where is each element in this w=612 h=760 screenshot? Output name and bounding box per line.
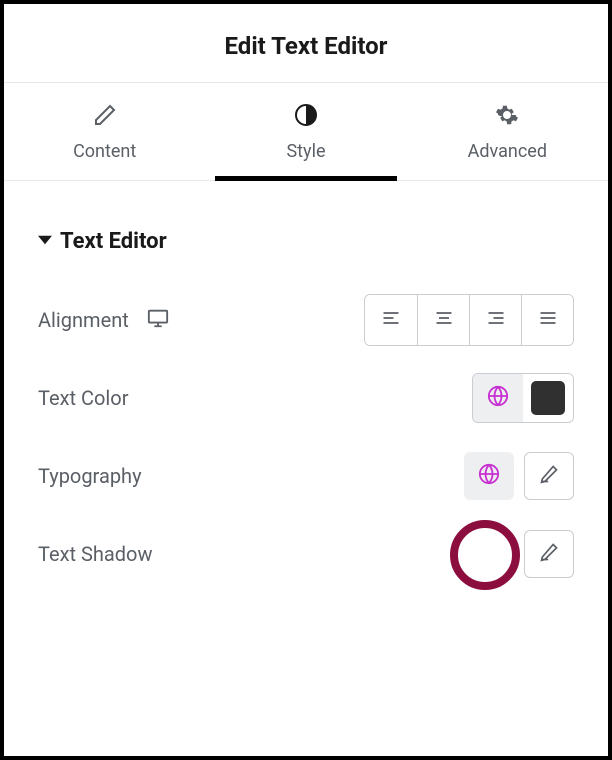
tabs-bar: Content Style Advanced: [4, 82, 608, 181]
align-justify-button[interactable]: [521, 295, 573, 345]
align-center-button[interactable]: [417, 295, 469, 345]
section-header[interactable]: Text Editor: [38, 229, 574, 254]
align-justify-icon: [538, 308, 558, 332]
typography-label: Typography: [38, 464, 142, 488]
desktop-icon[interactable]: [147, 307, 169, 333]
panel-body: Text Editor Alignment: [4, 181, 608, 580]
panel-header: Edit Text Editor: [4, 4, 608, 82]
text-shadow-controls: [524, 530, 574, 578]
alignment-label: Alignment: [38, 308, 129, 332]
align-left-icon: [381, 308, 401, 332]
row-left: Typography: [38, 464, 142, 488]
typography-edit-button[interactable]: [524, 452, 574, 500]
gear-icon: [495, 103, 519, 131]
tab-label: Content: [73, 141, 136, 162]
align-right-icon: [486, 308, 506, 332]
row-left: Text Color: [38, 386, 128, 410]
tab-style[interactable]: Style: [205, 83, 406, 180]
text-color-label: Text Color: [38, 386, 128, 410]
alignment-buttons: [364, 294, 574, 346]
text-shadow-edit-button[interactable]: [524, 530, 574, 578]
edit-pencil-icon: [539, 464, 559, 488]
row-text-shadow: Text Shadow: [38, 528, 574, 580]
tab-content[interactable]: Content: [4, 83, 205, 180]
global-color-button[interactable]: [473, 374, 523, 422]
align-right-button[interactable]: [469, 295, 521, 345]
globe-icon: [487, 385, 509, 411]
typography-controls: [464, 452, 574, 500]
editor-panel: Edit Text Editor Content Style Advanced: [0, 0, 612, 760]
text-color-control: [472, 373, 574, 423]
row-text-color: Text Color: [38, 372, 574, 424]
global-typography-button[interactable]: [464, 452, 514, 500]
row-left: Alignment: [38, 307, 169, 333]
row-typography: Typography: [38, 450, 574, 502]
align-center-icon: [434, 308, 454, 332]
color-swatch: [531, 381, 565, 415]
tab-label: Advanced: [468, 141, 547, 162]
panel-title: Edit Text Editor: [225, 32, 388, 60]
text-shadow-label: Text Shadow: [38, 542, 152, 566]
row-left: Text Shadow: [38, 542, 152, 566]
align-left-button[interactable]: [365, 295, 417, 345]
tab-advanced[interactable]: Advanced: [407, 83, 608, 180]
row-alignment: Alignment: [38, 294, 574, 346]
color-picker-button[interactable]: [523, 374, 573, 422]
edit-pencil-icon: [539, 542, 559, 566]
globe-icon: [478, 463, 500, 489]
section-title: Text Editor: [60, 229, 167, 254]
tab-label: Style: [286, 141, 325, 162]
contrast-icon: [294, 103, 318, 131]
caret-down-icon: [38, 232, 52, 251]
pencil-icon: [93, 103, 117, 131]
